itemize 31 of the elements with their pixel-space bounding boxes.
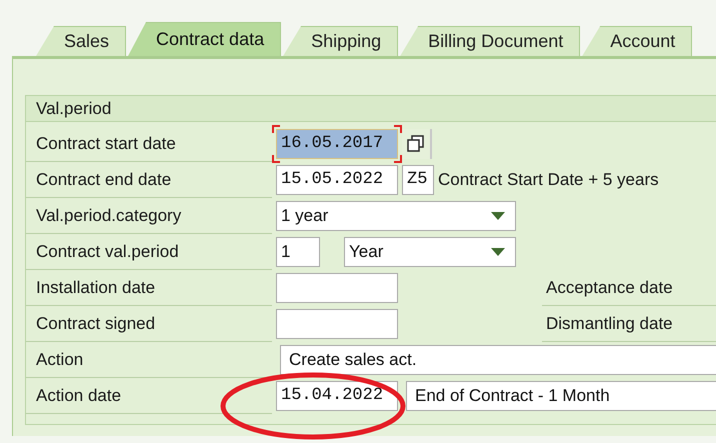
- tab[interactable]: Contract data: [128, 22, 282, 56]
- caret-icon: [491, 212, 505, 220]
- tab[interactable]: Sales: [36, 26, 126, 56]
- date-field[interactable]: [276, 309, 398, 339]
- number-field[interactable]: 1: [276, 237, 320, 267]
- text-field[interactable]: End of Contract - 1 Month: [406, 381, 716, 411]
- caret-icon: [491, 248, 505, 256]
- field-label: Contract signed: [26, 306, 272, 342]
- copy-button[interactable]: [402, 129, 432, 159]
- date-field[interactable]: [276, 273, 398, 303]
- field-label: Contract val.period: [26, 234, 272, 270]
- field-label: Dismantling date: [542, 306, 716, 342]
- description-text: Contract Start Date + 5 years: [438, 169, 659, 192]
- field-label: Installation date: [26, 270, 272, 306]
- tab[interactable]: Shipping: [283, 26, 398, 56]
- field-label: Val.period.category: [26, 198, 272, 234]
- field-label: Contract end date: [26, 162, 272, 198]
- field-label: Acceptance date: [542, 270, 716, 306]
- code-field[interactable]: Z5: [402, 165, 434, 195]
- tab[interactable]: Account: [582, 26, 692, 56]
- dropdown[interactable]: Year: [344, 237, 516, 267]
- text-field[interactable]: Create sales act.: [280, 345, 716, 375]
- dropdown[interactable]: 1 year: [276, 201, 516, 231]
- date-field[interactable]: 15.05.2022: [276, 165, 398, 195]
- field-label: Action date: [26, 378, 272, 414]
- tab[interactable]: Billing Document: [400, 26, 580, 56]
- copy-icon: [406, 134, 426, 154]
- field-label: Action: [26, 342, 272, 378]
- group-title: Val.period: [26, 96, 716, 122]
- field-label: Contract start date: [26, 126, 272, 162]
- date-field[interactable]: 15.04.2022: [276, 381, 398, 411]
